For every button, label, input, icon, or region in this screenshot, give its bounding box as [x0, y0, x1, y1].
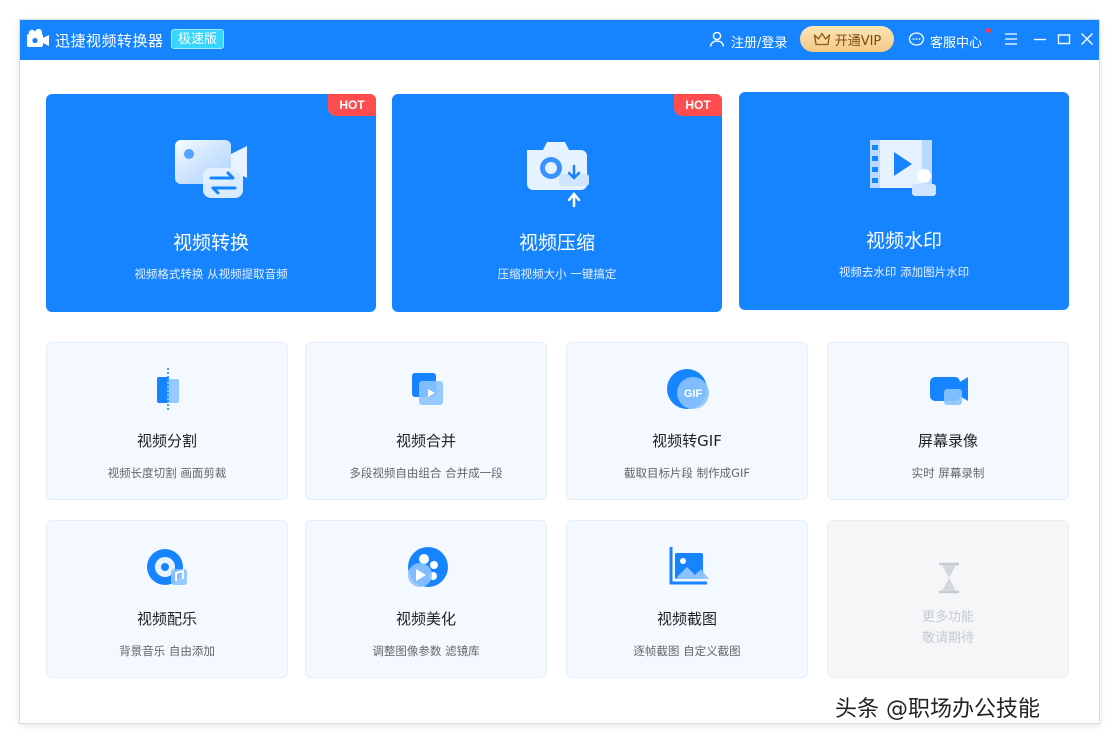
login-link[interactable]: 注册/登录 — [731, 32, 787, 51]
screen-record-icon — [930, 377, 968, 405]
coming-soon-label: 敬请期待 — [921, 631, 974, 646]
card-title: 屏幕录像 — [917, 432, 978, 450]
video-split-card[interactable]: 视频分割 视频长度切割 画面剪裁 — [46, 342, 288, 500]
crown-icon — [813, 32, 830, 46]
video-beautify-card[interactable]: 视频美化 调整图像参数 滤镜库 — [305, 520, 547, 678]
app-title: 迅捷视频转换器 — [55, 32, 164, 50]
card-description: 视频格式转换 从视频提取音频 — [134, 267, 288, 281]
video-screenshot-card[interactable]: 视频截图 逐帧截图 自定义截图 — [566, 520, 808, 678]
card-title: 视频转换 — [172, 232, 249, 254]
minimize-icon[interactable] — [1031, 30, 1049, 48]
card-description: 逐帧截图 自定义截图 — [633, 644, 741, 658]
close-icon[interactable] — [1078, 30, 1096, 48]
card-description: 压缩视频大小 一键搞定 — [497, 267, 617, 281]
card-title: 视频转GIF — [652, 432, 722, 450]
video-music-card[interactable]: 视频配乐 背景音乐 自由添加 — [46, 520, 288, 678]
hot-badge: HOT — [674, 94, 722, 116]
app-logo-icon — [27, 28, 49, 47]
video-split-icon — [157, 368, 179, 412]
watermark-text: 头条 @职场办公技能 — [835, 697, 1040, 722]
video-merge-card[interactable]: 视频合并 多段视频自由组合 合并成一段 — [305, 342, 547, 500]
video-compress-card[interactable]: HOT 视频压缩 压缩视频大小 一键搞定 — [392, 94, 722, 312]
user-icon[interactable] — [708, 30, 726, 48]
card-title: 视频合并 — [395, 432, 456, 450]
vip-button[interactable]: 开通VIP — [800, 26, 894, 52]
beautify-icon — [408, 547, 448, 587]
title-bar: 迅捷视频转换器 极速版 注册/登录 开通VIP 客服中心 — [20, 20, 1099, 60]
customer-service-link[interactable]: 客服中心 — [930, 32, 982, 51]
card-title: 视频压缩 — [518, 232, 595, 254]
maximize-icon[interactable] — [1055, 30, 1073, 48]
app-window: 迅捷视频转换器 极速版 注册/登录 开通VIP 客服中心 HOT 视频转换 视频… — [20, 20, 1099, 723]
video-watermark-card[interactable]: 视频水印 视频去水印 添加图片水印 — [739, 92, 1069, 310]
video-convert-icon — [175, 140, 247, 198]
notification-dot — [986, 28, 991, 33]
card-title: 视频分割 — [136, 432, 197, 450]
card-title: 视频水印 — [865, 230, 942, 252]
menu-icon[interactable] — [1002, 30, 1020, 48]
music-icon — [147, 549, 187, 585]
video-convert-card[interactable]: HOT 视频转换 视频格式转换 从视频提取音频 — [46, 94, 376, 312]
screen-record-card[interactable]: 屏幕录像 实时 屏幕录制 — [827, 342, 1069, 500]
card-description: 视频去水印 添加图片水印 — [838, 265, 970, 279]
hourglass-icon — [939, 562, 959, 594]
video-compress-icon — [527, 142, 589, 208]
card-description: 背景音乐 自由添加 — [119, 644, 215, 658]
video-merge-icon — [412, 373, 443, 405]
svg-text:GIF: GIF — [684, 388, 703, 400]
card-title: 视频配乐 — [136, 610, 197, 628]
card-title: 视频美化 — [395, 610, 456, 628]
more-features-label: 更多功能 — [921, 610, 974, 625]
vip-label: 开通VIP — [834, 33, 882, 49]
card-description: 多段视频自由组合 合并成一段 — [349, 466, 503, 480]
video-watermark-icon — [870, 140, 936, 196]
video-to-gif-card[interactable]: GIF 视频转GIF 截取目标片段 制作成GIF — [566, 342, 808, 500]
card-description: 调整图像参数 滤镜库 — [372, 644, 480, 658]
edition-badge: 极速版 — [171, 29, 225, 49]
screenshot-icon — [669, 547, 709, 585]
hot-badge: HOT — [328, 94, 376, 116]
gif-icon: GIF — [667, 369, 709, 409]
card-description: 截取目标片段 制作成GIF — [623, 466, 751, 480]
card-description: 实时 屏幕录制 — [911, 466, 985, 480]
more-features-card: 更多功能 敬请期待 — [827, 520, 1069, 678]
card-title: 视频截图 — [656, 610, 717, 628]
card-description: 视频长度切割 画面剪裁 — [107, 466, 227, 480]
chat-icon[interactable] — [908, 31, 925, 48]
